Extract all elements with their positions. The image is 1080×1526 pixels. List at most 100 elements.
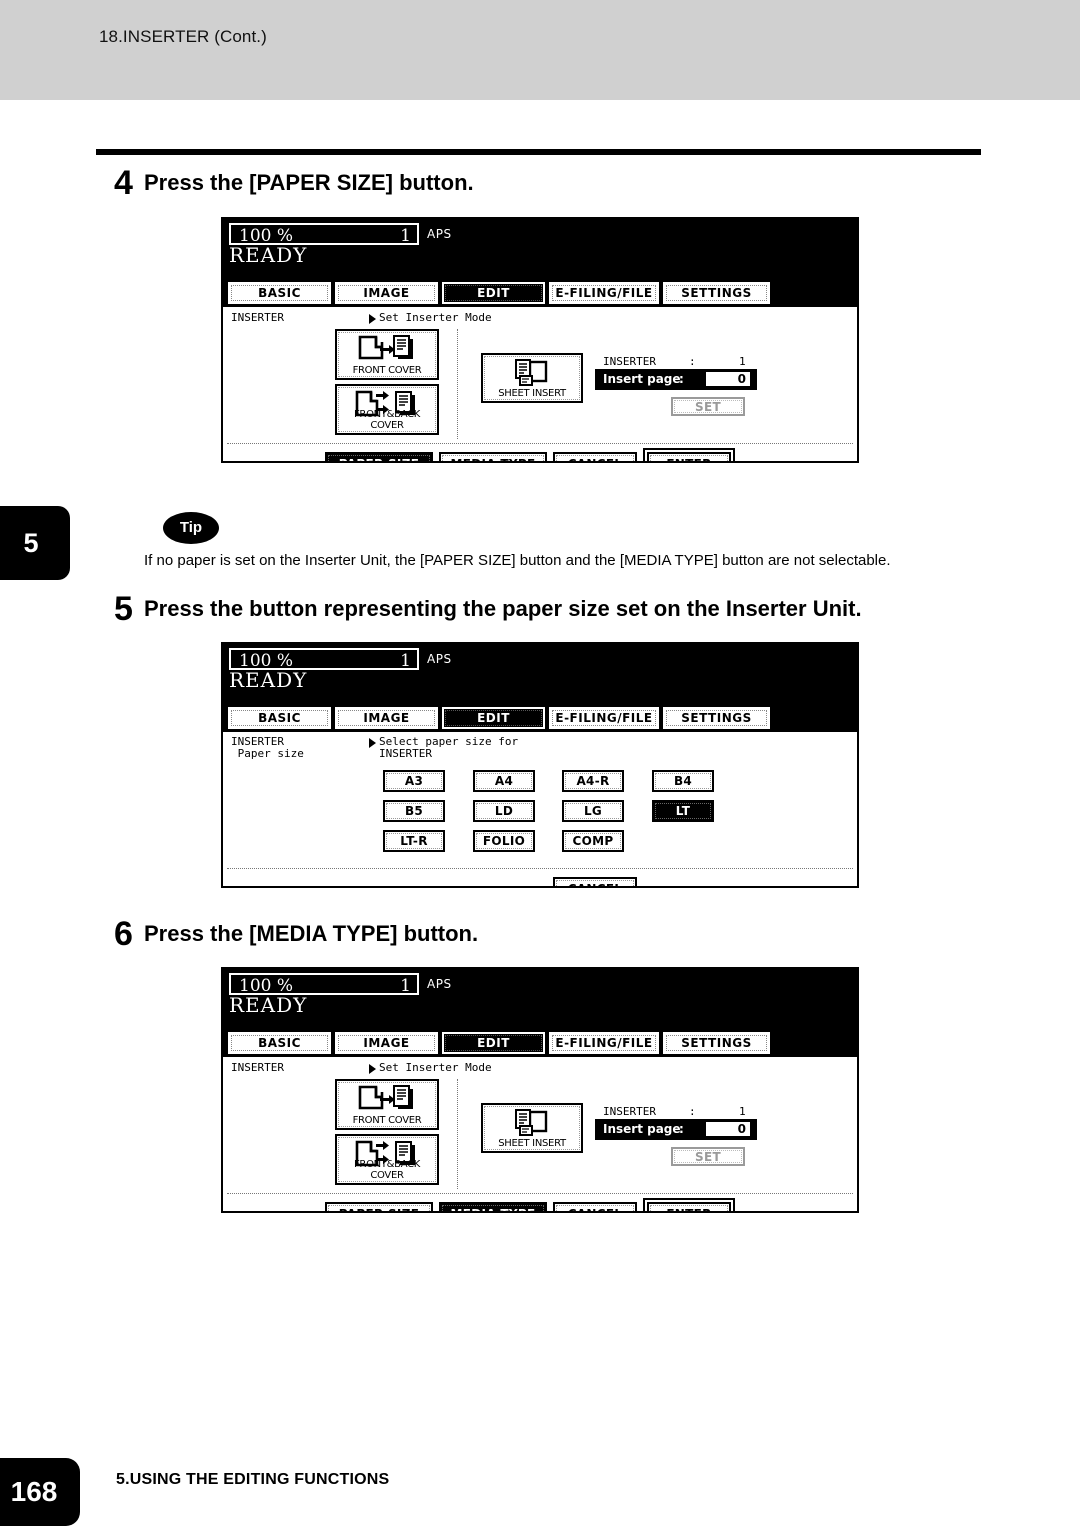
- step-4-text: Press the [PAPER SIZE] button.: [144, 170, 474, 195]
- size-label-folio: FOLIO: [482, 834, 526, 848]
- readout-inserter-value-1: 1: [739, 355, 746, 368]
- tab-efiling-label-1: E-FILING/FILE: [555, 286, 653, 300]
- tab-efiling-file-2[interactable]: E-FILING/FILE: [549, 707, 659, 729]
- copy-count-2: 1: [400, 651, 411, 671]
- tab-edit-3[interactable]: EDIT: [442, 1032, 545, 1054]
- sheet-insert-svg: [515, 359, 548, 386]
- size-label-ld: LD: [494, 804, 514, 818]
- insert-page-bar-2[interactable]: Insert page : 0: [595, 1119, 757, 1140]
- paper-size-button-2[interactable]: PAPER SIZE: [325, 1202, 433, 1211]
- size-label-comp: COMP: [572, 834, 614, 848]
- size-button-comp[interactable]: COMP: [562, 830, 624, 852]
- tab-basic-1[interactable]: BASIC: [228, 282, 331, 304]
- tab-settings-1[interactable]: SETTINGS: [663, 282, 770, 304]
- cancel-button-3[interactable]: CANCEL: [553, 1202, 637, 1211]
- insert-page-colon-1: :: [679, 372, 684, 386]
- cancel-button-1[interactable]: CANCEL: [553, 452, 637, 461]
- size-label-a3: A3: [404, 774, 424, 788]
- footer-section-title: 5.USING THE EDITING FUNCTIONS: [116, 1471, 390, 1488]
- footer-page-number: 168: [10, 1476, 58, 1507]
- lcd-body-3: INSERTER Set Inserter Mode FRONT COVER F…: [223, 1057, 857, 1211]
- media-type-button-2[interactable]: MEDIA TYPE: [439, 1202, 547, 1211]
- tab-image-2[interactable]: IMAGE: [335, 707, 438, 729]
- enter-button-2[interactable]: ENTER: [647, 1202, 731, 1211]
- tab-efiling-file-3[interactable]: E-FILING/FILE: [549, 1032, 659, 1054]
- tab-settings-2[interactable]: SETTINGS: [663, 707, 770, 729]
- tab-settings-label-1: SETTINGS: [681, 286, 752, 300]
- set-label-1: SET: [695, 399, 721, 414]
- media-type-button-1[interactable]: MEDIA TYPE: [439, 452, 547, 461]
- size-button-a3[interactable]: A3: [383, 770, 445, 792]
- tab-edit-label-3: EDIT: [477, 1036, 510, 1050]
- mode-label-line2-2: Paper size: [231, 747, 304, 760]
- media-type-label-2: MEDIA TYPE: [451, 1207, 536, 1211]
- size-button-a4r[interactable]: A4-R: [562, 770, 624, 792]
- tab-image-3[interactable]: IMAGE: [335, 1032, 438, 1054]
- prompt-line2-2: INSERTER: [379, 747, 432, 760]
- mode-label-1: INSERTER: [231, 311, 284, 324]
- cancel-button-2[interactable]: CANCEL: [553, 877, 637, 886]
- tab-basic-label-3: BASIC: [258, 1036, 301, 1050]
- front-back-cover-button-1[interactable]: FRONT&BACK COVER: [335, 384, 439, 435]
- lcd-status-bar-2: 100 % 1 APS READY: [223, 644, 857, 712]
- size-button-b5[interactable]: B5: [383, 800, 445, 822]
- front-cover-button-1[interactable]: FRONT COVER: [335, 329, 439, 380]
- enter-label-1: ENTER: [666, 457, 711, 461]
- size-button-a4[interactable]: A4: [473, 770, 535, 792]
- tab-basic-2[interactable]: BASIC: [228, 707, 331, 729]
- size-button-folio[interactable]: FOLIO: [473, 830, 535, 852]
- lcd-body-2: INSERTER Paper size Select paper size fo…: [223, 732, 857, 886]
- size-button-lg[interactable]: LG: [562, 800, 624, 822]
- paper-size-button-1[interactable]: PAPER SIZE: [325, 452, 433, 461]
- sheet-insert-button-2[interactable]: SHEET INSERT: [481, 1103, 583, 1153]
- tab-image-label-1: IMAGE: [363, 286, 410, 300]
- enter-label-2: ENTER: [666, 1207, 711, 1211]
- tab-edit-label-1: EDIT: [477, 286, 510, 300]
- tab-image-1[interactable]: IMAGE: [335, 282, 438, 304]
- prompt-text-3: Set Inserter Mode: [379, 1061, 492, 1074]
- horizontal-divider-3: [227, 1193, 853, 1194]
- cancel-label-2: CANCEL: [568, 882, 623, 886]
- cancel-label-3: CANCEL: [568, 1207, 623, 1211]
- lcd-tabrow-3: BASIC IMAGE EDIT E-FILING/FILE SETTINGS: [223, 1031, 857, 1057]
- lcd-panel-inserter-mode-2: 100 % 1 APS READY BASIC IMAGE EDIT E-FIL…: [221, 967, 859, 1213]
- aps-indicator-2: APS: [427, 652, 452, 666]
- tab-basic-3[interactable]: BASIC: [228, 1032, 331, 1054]
- enter-button-1[interactable]: ENTER: [647, 452, 731, 461]
- front-back-cover-button-2[interactable]: FRONT&BACK COVER: [335, 1134, 439, 1185]
- insert-page-label-1: Insert page: [603, 372, 681, 386]
- prompt-text-1: Set Inserter Mode: [379, 311, 492, 324]
- tab-basic-label-1: BASIC: [258, 286, 301, 300]
- step-5-text: Press the button representing the paper …: [144, 596, 862, 621]
- copy-count-3: 1: [400, 976, 411, 996]
- front-cover-icon-2: [337, 1084, 437, 1118]
- size-button-b4[interactable]: B4: [652, 770, 714, 792]
- page-content: 4 Press the [PAPER SIZE] button. 100 % 1…: [0, 0, 1080, 1526]
- insert-page-bar-1[interactable]: Insert page : 0: [595, 369, 757, 390]
- tab-edit-1[interactable]: EDIT: [442, 282, 545, 304]
- tab-efiling-file-1[interactable]: E-FILING/FILE: [549, 282, 659, 304]
- sheet-insert-button-1[interactable]: SHEET INSERT: [481, 353, 583, 403]
- readout-inserter-label-1: INSERTER: [603, 355, 656, 368]
- size-button-lt[interactable]: LT: [652, 800, 714, 822]
- zoom-ratio-box-3: 100 % 1: [229, 973, 419, 996]
- readout-inserter-colon-2: :: [689, 1105, 696, 1118]
- readout-inserter-label-2: INSERTER: [603, 1105, 656, 1118]
- front-back-cover-label-1: FRONT&BACK COVER: [353, 409, 421, 431]
- set-button-2[interactable]: SET: [671, 1147, 745, 1166]
- insert-page-colon-2: :: [679, 1122, 684, 1136]
- front-back-cover-label-2: FRONT&BACK COVER: [353, 1159, 421, 1181]
- set-button-1[interactable]: SET: [671, 397, 745, 416]
- tip-badge-label: Tip: [179, 519, 203, 536]
- sheet-insert-icon-1: [483, 358, 581, 392]
- tip-badge: Tip: [163, 512, 219, 544]
- front-cover-button-2[interactable]: FRONT COVER: [335, 1079, 439, 1130]
- tab-edit-2[interactable]: EDIT: [442, 707, 545, 729]
- tab-settings-3[interactable]: SETTINGS: [663, 1032, 770, 1054]
- size-label-ltr: LT-R: [400, 834, 428, 848]
- zoom-ratio-box-1: 100 % 1: [229, 223, 419, 246]
- sheet-insert-label-1: SHEET INSERT: [498, 388, 566, 399]
- size-button-ld[interactable]: LD: [473, 800, 535, 822]
- aps-indicator-1: APS: [427, 227, 452, 241]
- size-button-ltr[interactable]: LT-R: [383, 830, 445, 852]
